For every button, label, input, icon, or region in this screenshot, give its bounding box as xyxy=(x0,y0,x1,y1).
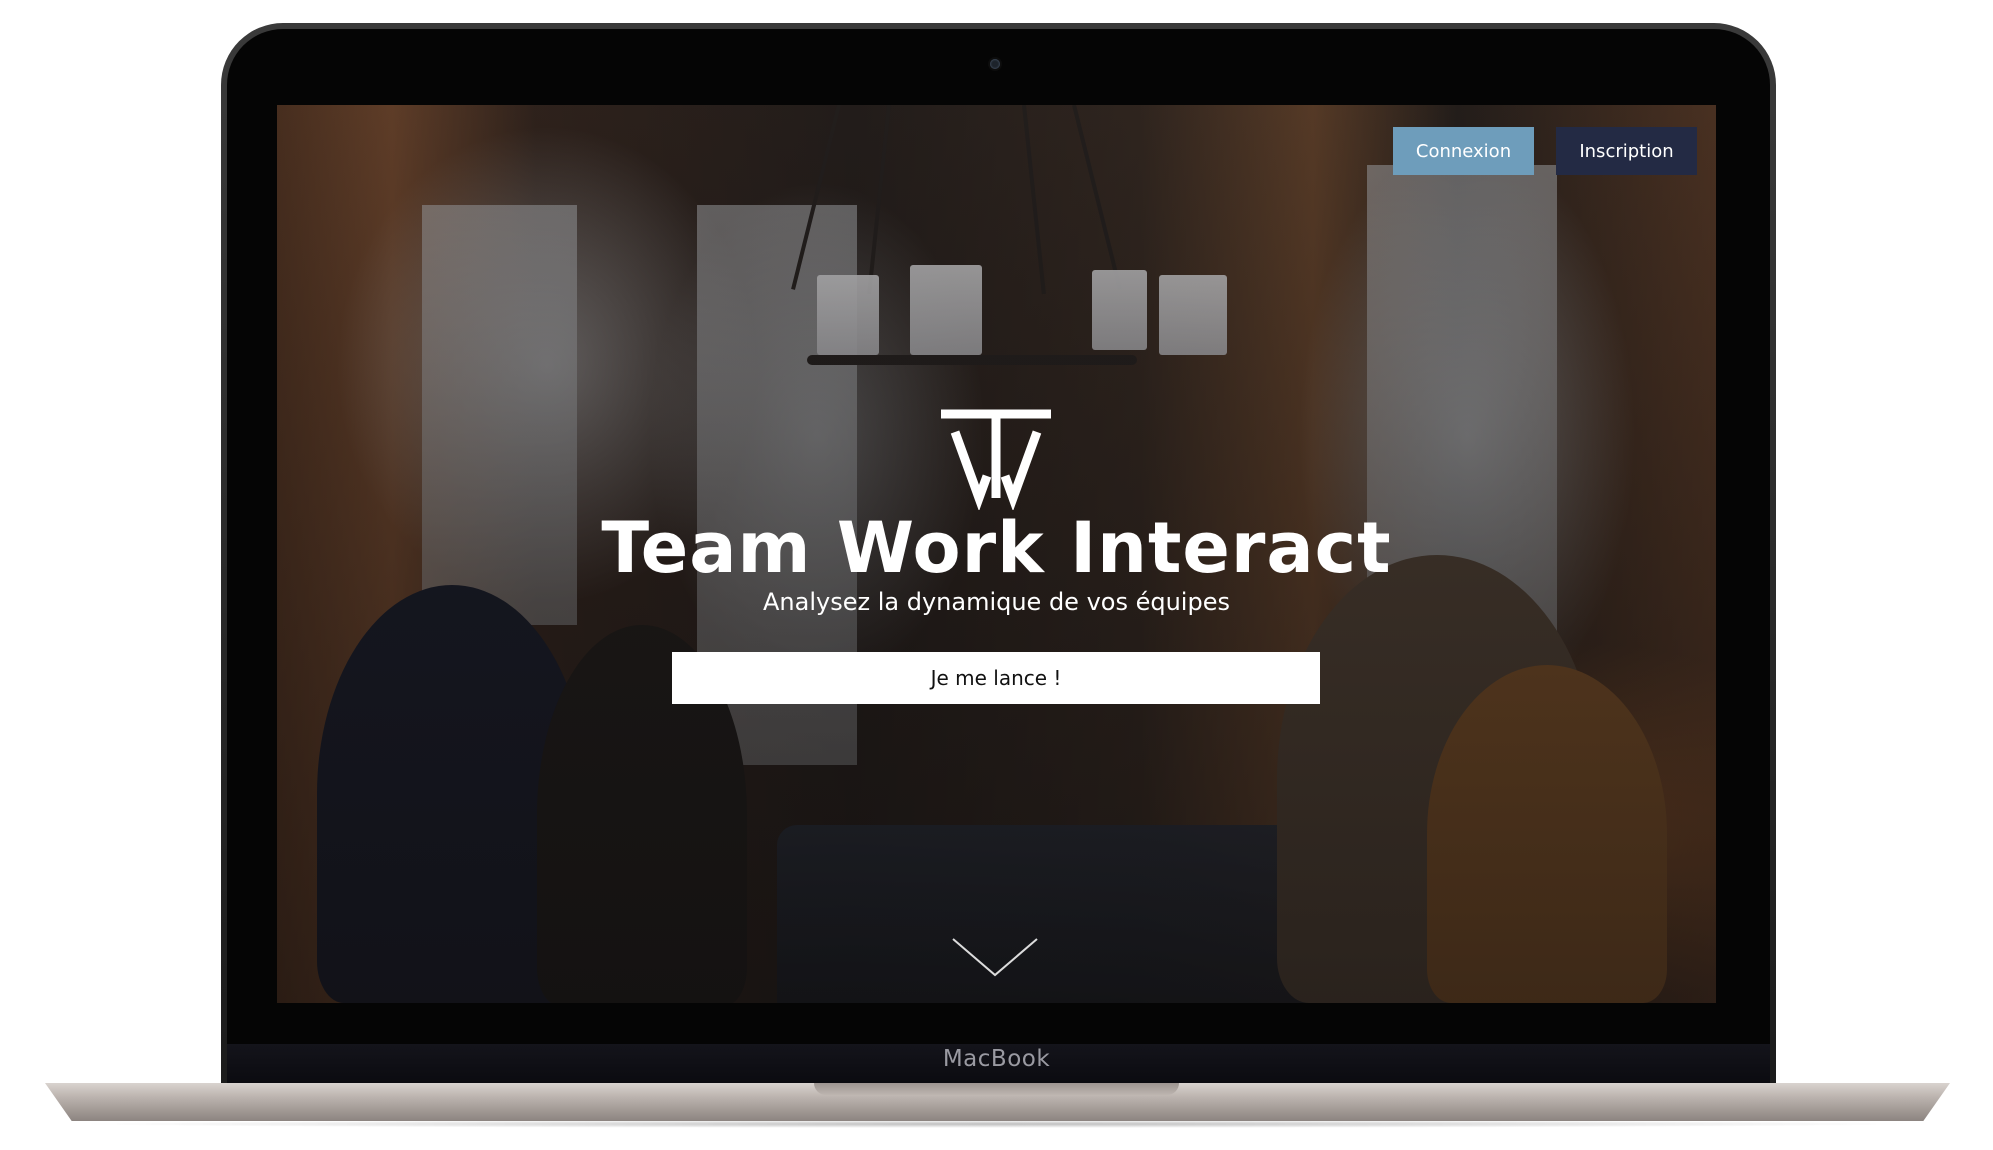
camera-icon xyxy=(990,59,1000,69)
chandelier-candle xyxy=(910,265,982,355)
page-subtitle: Analysez la dynamique de vos équipes xyxy=(763,588,1230,616)
tw-logo-icon xyxy=(941,409,1051,510)
get-started-button[interactable]: Je me lance ! xyxy=(672,652,1320,704)
chandelier-rod xyxy=(1022,105,1046,295)
chandelier-candle xyxy=(1092,270,1147,350)
login-button[interactable]: Connexion xyxy=(1393,127,1534,175)
laptop-hinge-notch xyxy=(814,1083,1179,1095)
chandelier-candle xyxy=(1159,275,1227,355)
signup-button[interactable]: Inscription xyxy=(1556,127,1697,175)
chandelier-rod xyxy=(1072,105,1122,290)
chevron-down-icon[interactable] xyxy=(949,935,1041,981)
chandelier-candle xyxy=(817,275,879,355)
device-brand-label: MacBook xyxy=(942,1046,1051,1072)
page-title: Team Work Interact xyxy=(601,507,1392,589)
person-silhouette xyxy=(1427,665,1667,1003)
laptop-shadow xyxy=(70,1120,1923,1128)
chandelier-rod xyxy=(867,105,891,295)
landing-page: Connexion Inscription Team Work Interact… xyxy=(277,105,1716,1003)
device-mockup: Connexion Inscription Team Work Interact… xyxy=(0,0,1993,1150)
chandelier-ring xyxy=(807,355,1137,365)
